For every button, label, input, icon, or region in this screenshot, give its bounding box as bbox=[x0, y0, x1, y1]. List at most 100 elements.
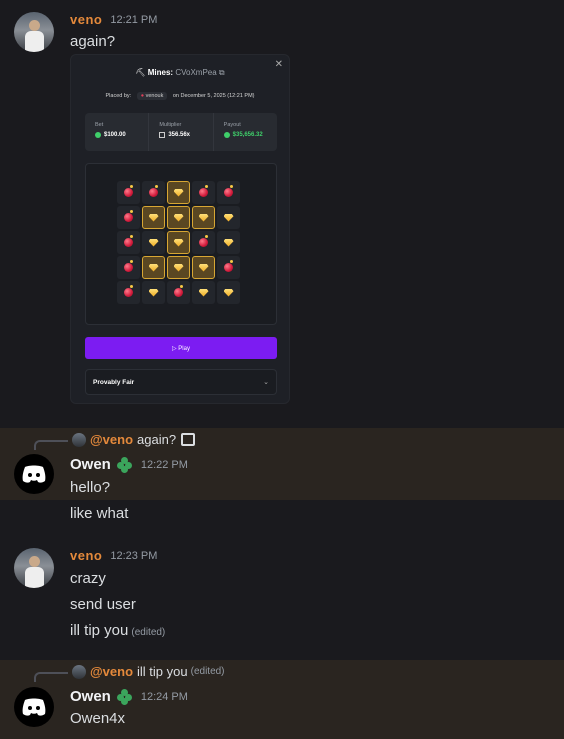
gem-icon bbox=[198, 263, 209, 272]
game-name: Mines: bbox=[147, 68, 174, 77]
gem-icon bbox=[148, 238, 159, 247]
mine-tile[interactable] bbox=[117, 231, 140, 254]
clover-badge-icon[interactable] bbox=[116, 456, 133, 473]
avatar-owen[interactable] bbox=[14, 687, 54, 727]
coin-icon bbox=[95, 132, 101, 138]
reply-connector bbox=[34, 672, 68, 682]
avatar-veno[interactable] bbox=[14, 12, 54, 52]
user-chip: ● venouk bbox=[136, 92, 168, 100]
stat-multiplier: Multiplier 356.56x bbox=[149, 113, 214, 151]
multiplier-value: 356.56x bbox=[168, 132, 191, 138]
avatar-owen[interactable] bbox=[14, 454, 54, 494]
mine-tile[interactable] bbox=[167, 256, 190, 279]
avatar-mini bbox=[72, 664, 86, 679]
mine-tile[interactable] bbox=[142, 281, 165, 304]
mine-tile[interactable] bbox=[192, 206, 215, 229]
stat-label: Multiplier bbox=[159, 122, 182, 128]
gem-icon bbox=[173, 188, 184, 197]
mine-tile[interactable] bbox=[217, 256, 240, 279]
mine-tile[interactable] bbox=[117, 206, 140, 229]
mine-tile[interactable] bbox=[192, 231, 215, 254]
reply-preview[interactable]: @veno again? bbox=[72, 432, 196, 447]
username-owen[interactable]: Owen bbox=[70, 688, 111, 705]
stat-label: Payout bbox=[223, 122, 241, 128]
mine-tile[interactable] bbox=[167, 231, 190, 254]
username-owen[interactable]: Owen bbox=[70, 456, 111, 473]
username-veno[interactable]: veno bbox=[70, 12, 102, 27]
mines-embed[interactable]: ✕ ⛏ Mines: CVoXmPea ⧉ Placed by: ● venou… bbox=[70, 54, 290, 404]
message-owen-1: @veno again? Owen 12:22 PM hello? bbox=[0, 428, 564, 500]
bomb-icon bbox=[124, 185, 133, 197]
message-veno-2: veno 12:23 PM crazy send user ill tip yo… bbox=[0, 540, 564, 650]
message-text: like what bbox=[70, 505, 129, 522]
gem-icon bbox=[223, 238, 234, 247]
multiplier-icon bbox=[159, 132, 166, 138]
gem-icon bbox=[148, 263, 159, 272]
mine-tile[interactable] bbox=[117, 181, 140, 204]
clover-badge-icon[interactable] bbox=[116, 688, 133, 705]
timestamp: 12:24 PM bbox=[140, 690, 188, 703]
coin-icon bbox=[223, 132, 230, 138]
placed-by-label: Placed by: bbox=[105, 93, 132, 99]
bomb-icon bbox=[124, 285, 133, 297]
mine-tile[interactable] bbox=[117, 281, 140, 304]
mine-tile[interactable] bbox=[192, 281, 215, 304]
stat-bet: Bet $100.00 bbox=[85, 113, 150, 151]
placed-by-user: venouk bbox=[145, 93, 164, 99]
bomb-icon bbox=[199, 235, 208, 247]
mine-tile[interactable] bbox=[167, 206, 190, 229]
gem-icon bbox=[198, 288, 209, 297]
mine-tile[interactable] bbox=[217, 231, 240, 254]
stats-panel: Bet $100.00 Multiplier 356.56x Payout $3… bbox=[85, 113, 277, 151]
payout-value: $35,656.32 bbox=[232, 132, 263, 138]
message-text: crazy bbox=[70, 570, 106, 587]
bomb-icon bbox=[199, 185, 208, 197]
username-veno[interactable]: veno bbox=[70, 548, 102, 563]
message-line: ill tip you bbox=[70, 622, 129, 639]
image-icon bbox=[181, 433, 196, 446]
copy-icon[interactable]: ⧉ bbox=[219, 68, 225, 77]
mine-tile[interactable] bbox=[142, 256, 165, 279]
mine-tile[interactable] bbox=[167, 281, 190, 304]
mine-tile[interactable] bbox=[167, 181, 190, 204]
provably-fair-dropdown[interactable]: Provably Fair ⌄ bbox=[85, 369, 277, 395]
mine-tile[interactable] bbox=[192, 256, 215, 279]
mine-tile[interactable] bbox=[117, 256, 140, 279]
mine-tile[interactable] bbox=[217, 281, 240, 304]
stat-value: $100.00 bbox=[95, 132, 148, 138]
mine-tile[interactable] bbox=[142, 231, 165, 254]
play-button[interactable]: ▷ Play bbox=[85, 337, 277, 359]
mine-tile[interactable] bbox=[142, 181, 165, 204]
reply-preview[interactable]: @veno ill tip you (edited) bbox=[72, 664, 225, 679]
mine-tile[interactable] bbox=[192, 181, 215, 204]
timestamp: 12:23 PM bbox=[110, 549, 158, 562]
provably-fair-label: Provably Fair bbox=[93, 379, 135, 386]
mine-tile[interactable] bbox=[142, 206, 165, 229]
discord-logo-icon bbox=[22, 698, 46, 716]
message-veno-1: veno 12:21 PM again? ✕ ⛏ Mines: CVoXmPea… bbox=[0, 0, 564, 420]
message-text: send user bbox=[70, 596, 136, 613]
avatar-veno[interactable] bbox=[14, 548, 54, 588]
message-text: again? bbox=[70, 33, 116, 50]
placed-date: on December 5, 2025 (12:21 PM) bbox=[172, 93, 255, 99]
mine-tile[interactable] bbox=[217, 206, 240, 229]
gem-icon bbox=[173, 213, 184, 222]
discord-logo-icon bbox=[22, 465, 46, 483]
mine-tile[interactable] bbox=[217, 181, 240, 204]
placed-by: Placed by: ● venouk on December 5, 2025 … bbox=[71, 92, 289, 100]
pickaxe-icon: ⛏ bbox=[135, 68, 146, 77]
stat-label: Bet bbox=[95, 122, 104, 128]
gem-icon bbox=[148, 288, 159, 297]
timestamp: 12:22 PM bbox=[140, 458, 188, 471]
bomb-icon bbox=[124, 260, 133, 272]
game-id: CVoXmPea bbox=[175, 68, 217, 77]
edited-label: (edited) bbox=[190, 666, 225, 677]
stat-payout: Payout $35,656.32 bbox=[214, 113, 277, 151]
message-text: ill tip you (edited) bbox=[70, 622, 165, 639]
embed-title: ⛏ Mines: CVoXmPea ⧉ bbox=[71, 68, 289, 78]
gem-icon bbox=[173, 263, 184, 272]
bomb-icon bbox=[224, 260, 233, 272]
stat-value: $35,656.32 bbox=[223, 132, 277, 138]
mines-grid bbox=[117, 181, 240, 304]
stat-value: 356.56x bbox=[159, 132, 212, 138]
